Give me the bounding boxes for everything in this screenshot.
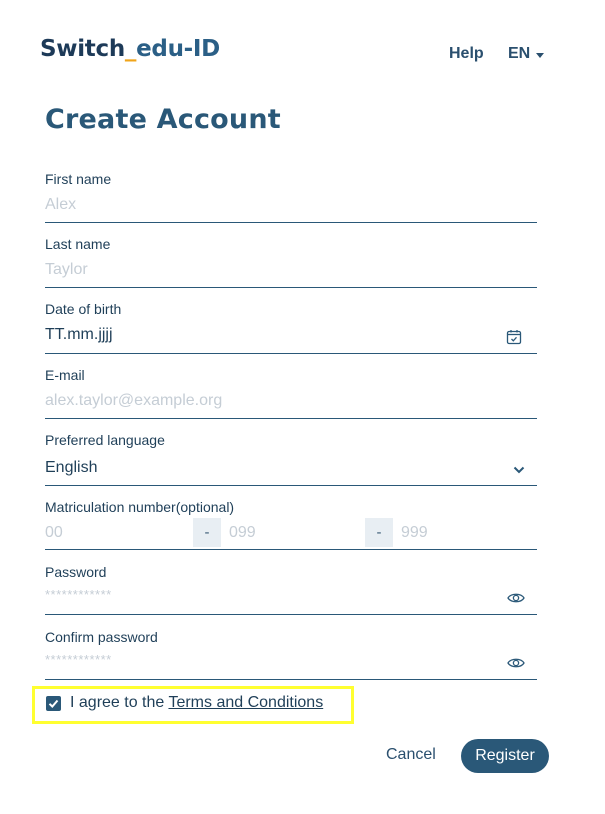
last-name-underline — [45, 287, 537, 288]
preferred-language-underline — [45, 485, 537, 486]
terms-agreement-prefix: I agree to the — [70, 694, 169, 711]
page-title: Create Account — [45, 104, 281, 135]
date-of-birth-label: Date of birth — [45, 301, 122, 317]
first-name-input[interactable]: Alex — [45, 196, 76, 214]
terms-agreement-text: I agree to the Terms and Conditions — [70, 694, 323, 712]
caret-down-icon — [536, 52, 545, 58]
password-field[interactable]: Password ************ — [45, 564, 537, 615]
preferred-language-field[interactable]: Preferred language English — [45, 432, 537, 486]
first-name-underline — [45, 222, 537, 223]
logo-underscore: _ — [124, 36, 137, 62]
date-of-birth-field[interactable]: Date of birth TT.mm.jjjj — [45, 301, 537, 354]
preferred-language-label: Preferred language — [45, 432, 165, 448]
register-button[interactable]: Register — [461, 739, 549, 773]
last-name-input[interactable]: Taylor — [45, 261, 88, 279]
matriculation-part1-input[interactable]: 00 — [45, 524, 63, 542]
language-selector[interactable]: EN — [508, 45, 545, 63]
email-input[interactable]: alex.taylor@example.org — [45, 392, 222, 410]
last-name-field[interactable]: Last name Taylor — [45, 236, 537, 288]
confirm-password-underline — [45, 679, 537, 680]
email-label: E-mail — [45, 367, 85, 383]
logo-text-switch: Switch — [40, 36, 125, 62]
switch-edu-id-logo[interactable]: Switch_edu-ID — [40, 36, 220, 62]
first-name-field[interactable]: First name Alex — [45, 171, 537, 223]
confirm-password-label: Confirm password — [45, 629, 158, 645]
password-label: Password — [45, 564, 107, 580]
matriculation-part2-input[interactable]: 099 — [229, 524, 256, 542]
confirm-password-input[interactable]: ************ — [45, 652, 112, 667]
help-link[interactable]: Help — [449, 45, 484, 63]
password-input[interactable]: ************ — [45, 587, 112, 602]
logo-text-edu-id: edu-ID — [136, 36, 220, 62]
matriculation-number-field: Matriculation number(optional) 00 - 099 … — [45, 499, 537, 550]
date-of-birth-input[interactable]: TT.mm.jjjj — [45, 326, 113, 344]
cancel-button[interactable]: Cancel — [386, 746, 436, 764]
password-underline — [45, 614, 537, 615]
date-of-birth-underline — [45, 353, 537, 354]
chevron-down-icon[interactable] — [513, 462, 525, 480]
terms-and-conditions-link[interactable]: Terms and Conditions — [168, 694, 323, 711]
email-field[interactable]: E-mail alex.taylor@example.org — [45, 367, 537, 419]
email-underline — [45, 418, 537, 419]
matriculation-part3-input[interactable]: 999 — [401, 524, 428, 542]
language-label: EN — [508, 45, 531, 62]
confirm-password-field[interactable]: Confirm password ************ — [45, 629, 537, 680]
matriculation-separator-1: - — [193, 518, 221, 547]
terms-checkbox[interactable] — [46, 696, 61, 711]
checkmark-icon — [48, 699, 59, 708]
matriculation-underline — [45, 549, 537, 550]
last-name-label: Last name — [45, 236, 111, 252]
matriculation-number-label: Matriculation number(optional) — [45, 499, 235, 515]
header: Switch_edu-ID Help EN — [0, 0, 605, 100]
calendar-icon[interactable] — [506, 329, 522, 350]
first-name-label: First name — [45, 171, 112, 187]
eye-icon[interactable] — [507, 656, 525, 675]
eye-icon[interactable] — [507, 591, 525, 610]
preferred-language-select[interactable]: English — [45, 459, 97, 477]
matriculation-separator-2: - — [365, 518, 393, 547]
